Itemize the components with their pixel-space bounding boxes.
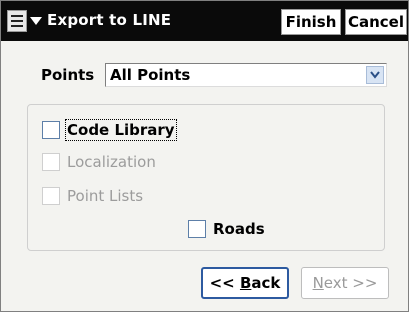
localization-option: Localization (42, 153, 156, 171)
localization-checkbox (42, 153, 60, 171)
export-options-group: Code Library Localization Point Lists Ro… (27, 104, 385, 251)
chevron-down-icon[interactable] (366, 66, 384, 84)
dropdown-arrow-icon[interactable] (30, 17, 42, 25)
code-library-checkbox[interactable] (42, 121, 60, 139)
code-library-option[interactable]: Code Library (42, 119, 177, 141)
point-lists-checkbox (42, 187, 60, 205)
next-button: Next >> (301, 267, 389, 299)
points-selected-value: All Points (110, 66, 191, 84)
export-dialog: Export to LINE Finish Cancel Points All … (0, 0, 409, 312)
roads-checkbox[interactable] (188, 220, 206, 238)
menu-icon[interactable] (7, 10, 27, 32)
finish-button[interactable]: Finish (281, 9, 341, 35)
localization-label: Localization (67, 153, 156, 171)
points-label: Points (41, 66, 95, 84)
point-lists-label: Point Lists (67, 187, 144, 205)
code-library-label[interactable]: Code Library (65, 119, 177, 141)
roads-option[interactable]: Roads (188, 220, 265, 238)
window-title: Export to LINE (47, 11, 172, 29)
points-select[interactable]: All Points (105, 63, 387, 87)
roads-label[interactable]: Roads (213, 220, 265, 238)
back-button[interactable]: << Back (201, 267, 289, 299)
cancel-button[interactable]: Cancel (345, 9, 407, 35)
point-lists-option: Point Lists (42, 187, 143, 205)
title-bar: Export to LINE Finish Cancel (1, 1, 408, 41)
